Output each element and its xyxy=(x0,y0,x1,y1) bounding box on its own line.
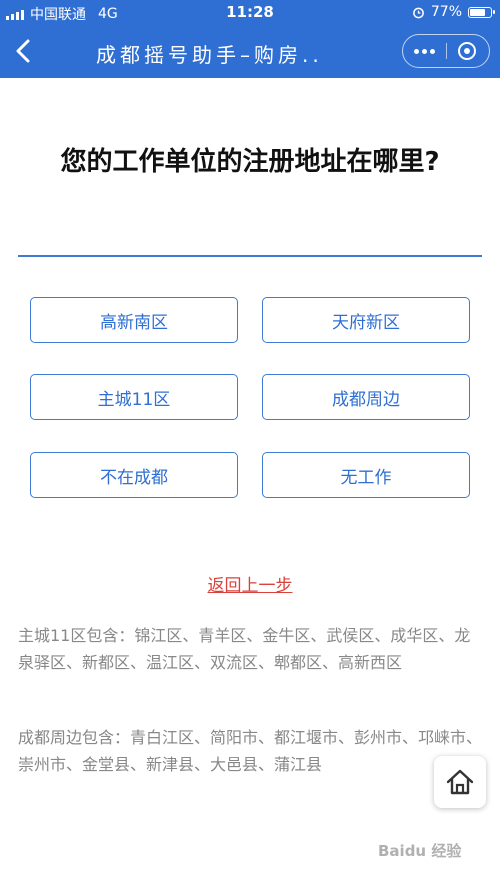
status-bar: 中国联通 4G 11:28 77% xyxy=(0,0,500,26)
question-title: 您的工作单位的注册地址在哪里? xyxy=(60,147,440,177)
home-icon xyxy=(446,769,474,795)
back-arrow-icon[interactable] xyxy=(10,36,40,66)
note-main-city: 主城11区包含：锦江区、青羊区、金牛区、武侯区、成华区、龙泉驿区、新都区、温江区… xyxy=(18,626,471,672)
close-target-icon[interactable] xyxy=(458,42,476,60)
option-main-city-11[interactable]: 主城11区 xyxy=(30,374,238,420)
alarm-icon xyxy=(412,7,424,18)
option-gaoxin-nanqu[interactable]: 高新南区 xyxy=(30,297,238,343)
nav-bar: 成都摇号助手–购房.. xyxy=(0,26,500,78)
battery-percent: 77% xyxy=(430,4,462,20)
option-not-in-chengdu[interactable]: 不在成都 xyxy=(30,452,238,498)
battery-icon xyxy=(468,6,495,18)
note-surroundings: 成都周边包含：青白江区、简阳市、都江堰市、彭州市、邛崃市、崇州市、金堂县、新津县… xyxy=(18,728,483,774)
more-icon[interactable] xyxy=(403,35,446,67)
option-chengdu-surroundings[interactable]: 成都周边 xyxy=(262,374,470,420)
title-divider xyxy=(18,255,482,257)
option-tianfu-xinqu[interactable]: 天府新区 xyxy=(262,297,470,343)
baidu-watermark: Baidu 经验 xyxy=(378,842,462,860)
option-no-job[interactable]: 无工作 xyxy=(262,452,470,498)
mini-program-capsule xyxy=(402,34,490,68)
back-step-link[interactable]: 返回上一步 xyxy=(0,571,500,596)
status-right: 77% xyxy=(412,4,495,20)
capsule-divider xyxy=(446,43,447,59)
home-button[interactable] xyxy=(434,756,486,808)
nav-title: 成都摇号助手–购房.. xyxy=(96,43,323,67)
